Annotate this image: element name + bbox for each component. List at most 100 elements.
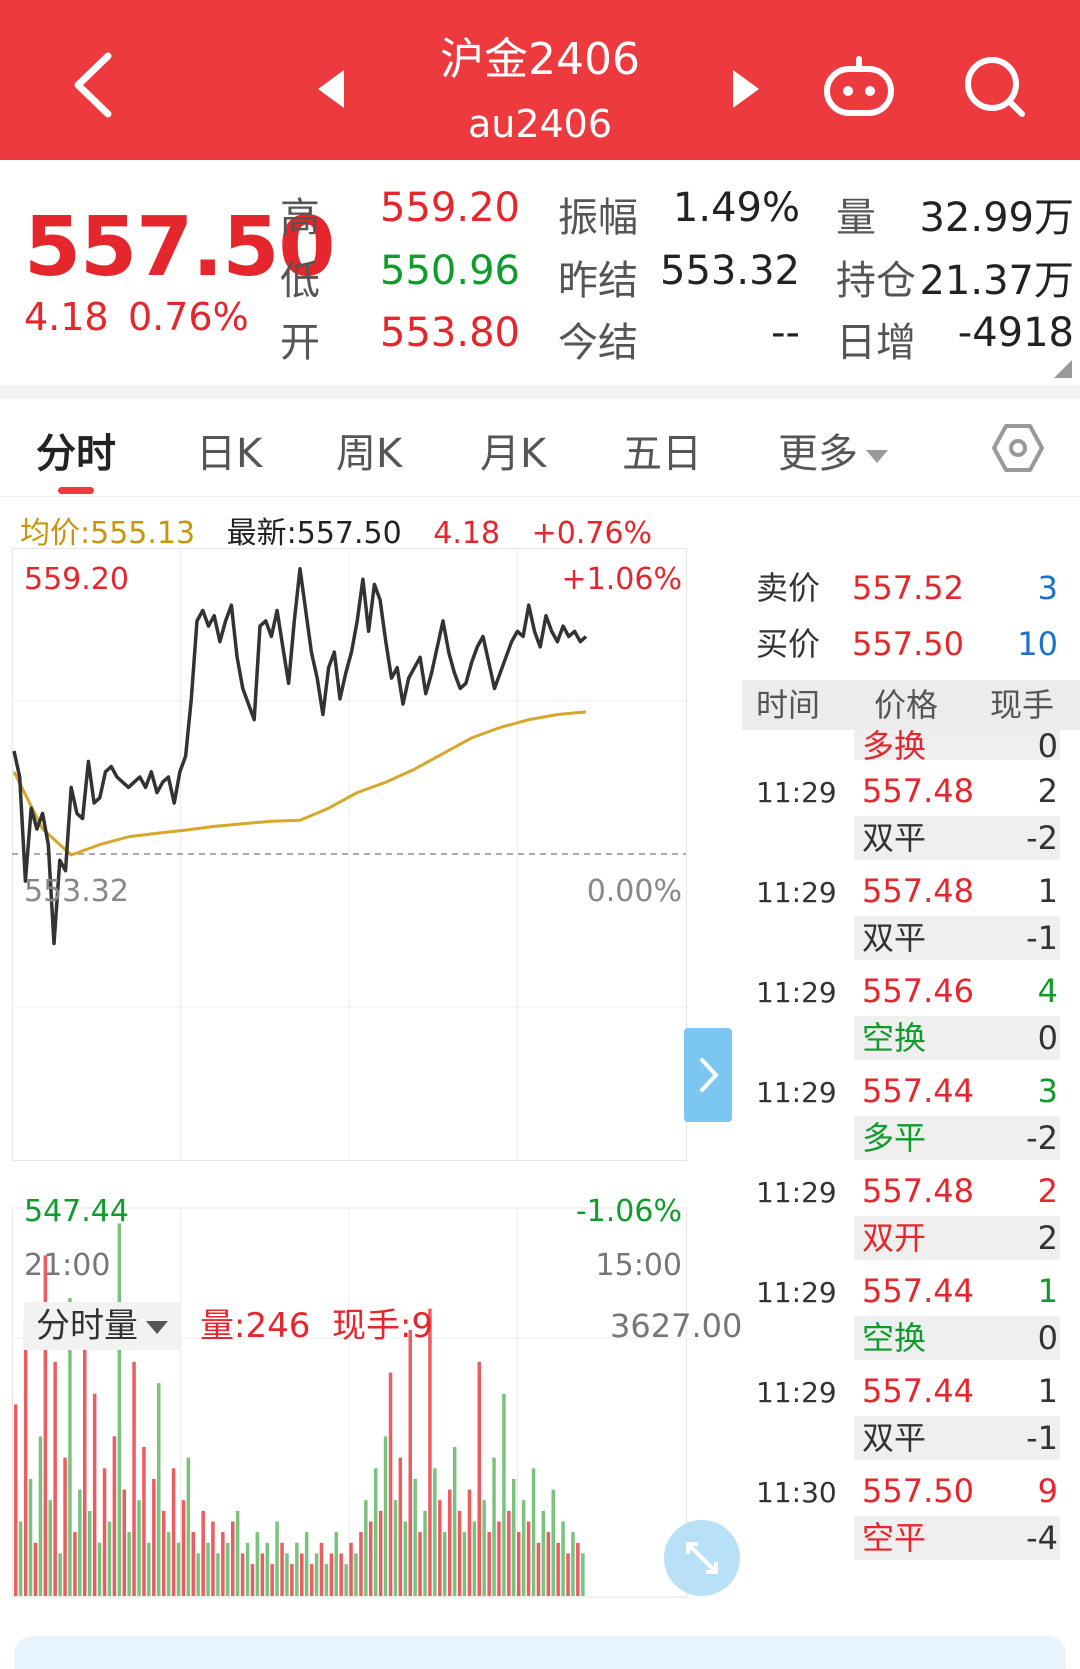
volume-bar — [398, 1457, 403, 1596]
volume-bar — [221, 1532, 225, 1596]
volume-bar — [304, 1532, 309, 1596]
volume-bar — [240, 1553, 245, 1596]
volume-bar — [309, 1564, 314, 1596]
volume-bar — [245, 1542, 250, 1596]
intraday-chart[interactable] — [12, 548, 732, 1598]
volume-bar — [571, 1532, 575, 1596]
volume-bar — [521, 1500, 526, 1596]
volume-bar — [517, 1532, 521, 1596]
volume-bar — [28, 1478, 33, 1596]
volume-selector-label: 分时量 — [36, 1306, 138, 1346]
volume-bar — [364, 1500, 368, 1596]
volume-bar — [18, 1521, 23, 1596]
tick-time: 11:29 — [756, 776, 837, 809]
volume-bar — [354, 1553, 358, 1596]
volume-bar — [502, 1393, 506, 1596]
tab-intraday[interactable]: 分时 — [36, 421, 116, 479]
volume-bar — [551, 1489, 555, 1596]
volume-bar — [388, 1372, 393, 1596]
stat-label-high: 高 — [280, 195, 320, 241]
volume-bar — [438, 1500, 442, 1596]
expand-corner[interactable] — [1054, 360, 1072, 378]
volume-bar — [319, 1542, 324, 1596]
volume-max-label: 3627.00 — [610, 1307, 743, 1345]
volume-bar — [92, 1393, 97, 1596]
stat-label-amplitude: 振幅 — [558, 195, 638, 241]
bid-label: 买价 — [756, 625, 821, 663]
tick-type: 双开 — [862, 1219, 927, 1257]
settings-icon[interactable] — [992, 422, 1044, 474]
volume-bar — [127, 1532, 131, 1596]
volume-bar — [482, 1500, 486, 1596]
fullscreen-button[interactable] — [664, 1520, 740, 1596]
tick-volume: 2 — [1037, 772, 1058, 810]
tick-type: 双平 — [862, 1419, 927, 1457]
tick-time: 11:29 — [756, 1076, 837, 1109]
volume-bar — [171, 1468, 176, 1596]
volume-bar — [507, 1510, 511, 1596]
volume-bar — [196, 1553, 200, 1596]
show-panel-button[interactable] — [684, 1028, 732, 1122]
tab-weekly-k[interactable]: 周K — [336, 421, 402, 479]
tick-volume: 1 — [1037, 1272, 1058, 1310]
tick-price: 557.44 — [862, 1372, 974, 1410]
stat-label-low: 低 — [280, 258, 320, 304]
tab-five-day[interactable]: 五日 — [622, 421, 702, 479]
volume-bar — [556, 1542, 560, 1596]
tick-type: 空平 — [862, 1519, 927, 1557]
volume-bar — [378, 1510, 383, 1596]
volume-bar — [83, 1340, 87, 1596]
back-icon[interactable] — [66, 50, 122, 120]
volume-selector[interactable]: 分时量 — [24, 1302, 180, 1350]
stat-label-volume: 量 — [836, 195, 876, 241]
volume-bar — [58, 1553, 62, 1596]
tab-more-label: 更多 — [778, 431, 858, 477]
volume-bar — [186, 1457, 191, 1596]
tick-time: 11:29 — [756, 876, 837, 909]
volume-bar — [314, 1553, 319, 1596]
volume-bar — [280, 1542, 284, 1596]
volume-bar — [512, 1478, 516, 1596]
price-change: 4.18 — [24, 295, 109, 339]
volume-bar — [132, 1361, 136, 1596]
tick-time: 11:29 — [756, 976, 837, 1009]
next-contract-icon[interactable] — [733, 70, 759, 108]
volume-bar — [14, 1404, 18, 1596]
volume-bar — [541, 1510, 546, 1596]
tick-price: 557.50 — [862, 1472, 974, 1510]
tick-price: 557.46 — [862, 972, 974, 1010]
ask-volume: 3 — [1037, 569, 1058, 607]
pct-zero-label: 0.00% — [586, 874, 682, 909]
tick-volume: 3 — [1037, 1072, 1058, 1110]
chevron-right-icon — [700, 1058, 718, 1092]
average-line — [12, 710, 587, 857]
tick-row: 11:29 557.48 2 双平 -2 — [742, 760, 1080, 864]
volume-bar — [97, 1542, 102, 1596]
volume-bar — [566, 1553, 570, 1596]
tick-oi: -2 — [1026, 1119, 1058, 1157]
tick-row: 11:29 557.48 1 双平 -1 — [742, 860, 1080, 964]
tab-daily-k[interactable]: 日K — [196, 421, 262, 479]
volume-bar — [191, 1532, 195, 1596]
top-bar: 沪金2406 au2406 — [0, 0, 1080, 160]
tab-monthly-k[interactable]: 月K — [480, 421, 546, 479]
search-icon[interactable] — [962, 54, 1028, 120]
prev-contract-icon[interactable] — [318, 70, 344, 108]
robot-icon[interactable] — [822, 55, 896, 119]
stat-value-open-interest: 21.37万 — [919, 258, 1074, 304]
volume-bar — [403, 1521, 408, 1596]
expand-icon — [686, 1542, 718, 1574]
volume-bar — [452, 1447, 457, 1596]
volume-bar — [526, 1521, 531, 1596]
volume-bar — [166, 1532, 171, 1596]
tab-more[interactable]: 更多 — [778, 421, 888, 479]
volume-bar — [536, 1542, 541, 1596]
chart-tabs: 分时 日K 周K 月K 五日 更多 — [0, 399, 1080, 497]
tick-oi: -2 — [1026, 819, 1058, 857]
ask-price: 557.52 — [852, 569, 964, 607]
tick-volume: 4 — [1037, 972, 1058, 1010]
volume-bar — [477, 1361, 481, 1596]
stat-value-settle: -- — [771, 310, 800, 356]
volume-bar — [285, 1553, 289, 1596]
volume-bar — [216, 1553, 220, 1596]
